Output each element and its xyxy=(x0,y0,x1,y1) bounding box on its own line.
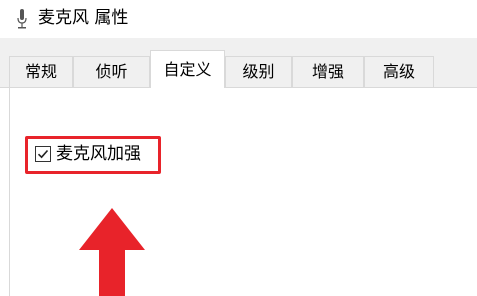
tab-advanced[interactable]: 高级 xyxy=(364,56,434,87)
mic-boost-checkbox[interactable] xyxy=(35,146,51,162)
mic-boost-label[interactable]: 麦克风加强 xyxy=(56,142,141,166)
tab-listen[interactable]: 侦听 xyxy=(73,56,150,87)
tab-enhancements[interactable]: 增强 xyxy=(292,56,364,87)
checkmark-icon xyxy=(37,149,49,159)
tab-custom[interactable]: 自定义 xyxy=(150,50,225,88)
up-arrow-annotation-icon xyxy=(79,208,145,296)
title-bar: 麦克风 属性 xyxy=(0,0,477,38)
tab-general[interactable]: 常规 xyxy=(9,56,73,87)
window-title: 麦克风 属性 xyxy=(38,8,129,28)
microphone-icon xyxy=(16,9,28,29)
tab-levels[interactable]: 级别 xyxy=(225,56,292,87)
